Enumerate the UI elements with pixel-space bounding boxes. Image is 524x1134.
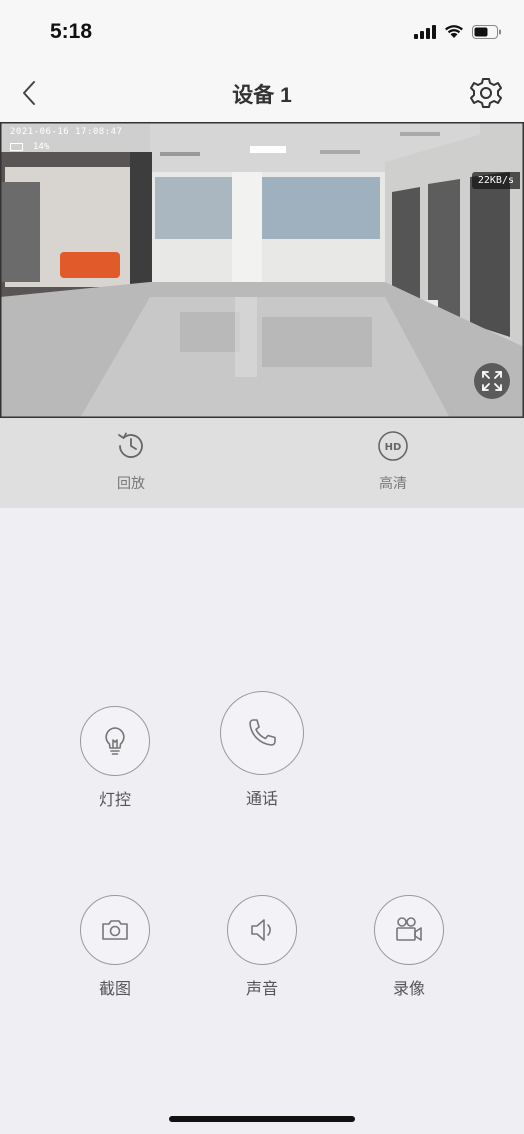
sound-button[interactable]: 声音 [212, 895, 312, 999]
sound-label: 声音 [245, 981, 278, 998]
quality-label: 高清 [379, 475, 407, 491]
status-time: 5:18 [50, 20, 93, 43]
video-camera-icon [396, 917, 422, 941]
quality-button[interactable]: HD 高清 [353, 428, 433, 493]
battery-text: 14% [33, 142, 50, 152]
nav-bar: 设备 1 [0, 64, 524, 122]
screenshot-circle[interactable] [80, 895, 150, 965]
status-bar: 5:18 [0, 0, 524, 64]
hd-icon: HD [378, 431, 408, 461]
battery-level-icon [10, 143, 23, 151]
light-control-label: 灯控 [98, 792, 131, 809]
signal-icon [414, 24, 436, 39]
gear-icon [470, 78, 502, 108]
wifi-icon [445, 25, 463, 38]
light-control-circle[interactable] [80, 706, 150, 776]
screenshot-label: 截图 [98, 981, 131, 998]
screenshot-button[interactable]: 截图 [65, 895, 165, 999]
page-title: 设备 1 [232, 84, 292, 107]
camera-icon [102, 920, 128, 940]
playback-label: 回放 [117, 475, 145, 491]
record-label: 录像 [392, 981, 425, 998]
video-battery: 14% [10, 142, 49, 152]
speaker-icon [251, 919, 271, 941]
call-circle[interactable] [220, 691, 304, 775]
hd-badge: HD [385, 442, 402, 453]
function-panel: 灯控 通话 截图 声音 录像 [0, 508, 524, 1134]
video-preview[interactable]: 2021-06-16 17:08:47 14% 22KB/s [0, 122, 524, 418]
history-icon [118, 432, 143, 458]
light-control-button[interactable]: 灯控 [65, 706, 165, 810]
playback-button[interactable]: 回放 [91, 428, 171, 493]
call-button[interactable]: 通话 [212, 691, 312, 809]
settings-button[interactable] [466, 73, 506, 113]
fullscreen-button[interactable] [474, 363, 510, 399]
bitrate-badge: 22KB/s [471, 172, 520, 189]
video-timestamp: 2021-06-16 17:08:47 [10, 127, 123, 137]
record-button[interactable]: 录像 [359, 895, 459, 999]
fullscreen-icon [482, 371, 502, 391]
camera-scene-image [0, 122, 524, 418]
phone-icon [249, 719, 276, 746]
battery-icon [472, 24, 501, 39]
call-label: 通话 [245, 791, 278, 808]
record-circle[interactable] [374, 895, 444, 965]
home-indicator[interactable] [169, 1116, 355, 1122]
sound-circle[interactable] [227, 895, 297, 965]
status-icons [414, 24, 502, 39]
lightbulb-icon [105, 727, 125, 755]
controls-bar: 回放 HD 高清 [0, 418, 524, 508]
